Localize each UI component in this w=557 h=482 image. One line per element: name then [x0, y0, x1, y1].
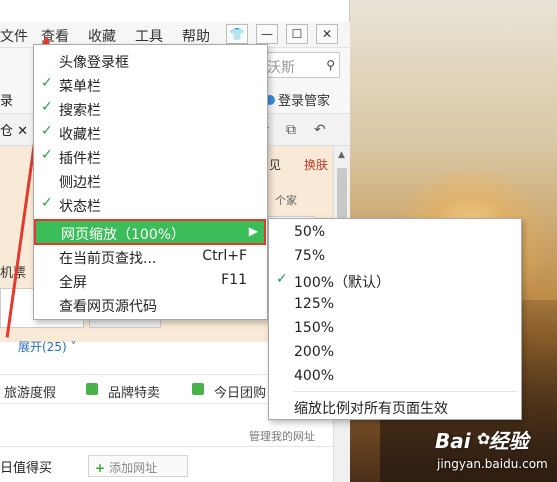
- category-group[interactable]: 今日团购: [214, 382, 266, 401]
- menu-item-label: 收藏栏: [59, 127, 101, 143]
- menu-item-label: 搜索栏: [59, 103, 101, 119]
- plus-icon: +: [95, 461, 106, 475]
- site-link[interactable]: 日值得买: [0, 457, 52, 476]
- zoom-label: 网页缩放（100%）: [61, 227, 186, 243]
- baidu-jingyan-watermark: Bai 经验 ✿ jingyan.baidu.com: [435, 425, 555, 475]
- watermark-logo-text: Bai: [435, 429, 471, 453]
- skin-link[interactable]: 换肤: [304, 156, 328, 173]
- menu-item-view-source[interactable]: 查看网页源代码: [34, 293, 267, 317]
- zoom-apply-all[interactable]: 缩放比例对所有页面生效: [269, 395, 521, 419]
- menu-item-label: 菜单栏: [59, 79, 101, 95]
- check-icon: ✓: [41, 99, 53, 115]
- zoom-option-50[interactable]: 50%: [269, 221, 521, 245]
- close-button[interactable]: ✕: [316, 24, 338, 44]
- zoom-option-label: 200%: [294, 344, 335, 360]
- paw-icon: ✿: [477, 429, 491, 448]
- screenshot-icon[interactable]: ⧉: [286, 122, 296, 138]
- check-icon: ✓: [41, 123, 53, 139]
- zoom-apply-all-label: 缩放比例对所有页面生效: [294, 401, 448, 417]
- manage-sites-link[interactable]: 管理我的网址: [249, 428, 315, 444]
- menu-item-pluginbar[interactable]: ✓ 插件栏: [34, 145, 267, 169]
- menu-item-label: 在当前页查找...: [59, 251, 157, 267]
- account-label: 登录管家: [278, 94, 331, 109]
- menu-item-label: 侧边栏: [59, 175, 101, 191]
- menu-tools[interactable]: 工具: [135, 26, 163, 46]
- toolbar-text[interactable]: 仓 ✕: [0, 120, 28, 139]
- shortcut-label: F11: [221, 272, 247, 288]
- menu-item-fullscreen[interactable]: 全屏 F11: [34, 269, 267, 293]
- search-text: 沃斯: [267, 60, 295, 76]
- menu-item-label: 插件栏: [59, 151, 101, 167]
- menu-favorites[interactable]: 收藏: [88, 26, 116, 46]
- cart-icon: [86, 383, 98, 395]
- zoom-option-125[interactable]: 125%: [269, 293, 521, 317]
- home-text: 个家: [275, 194, 297, 207]
- zoom-option-label: 75%: [294, 248, 326, 264]
- menu-file[interactable]: 文件: [0, 26, 28, 46]
- menu-item-sidebar[interactable]: 侧边栏: [34, 169, 267, 193]
- zoom-option-400[interactable]: 400%: [269, 365, 521, 389]
- menu-item-avatar-login[interactable]: 头像登录框: [34, 49, 267, 73]
- check-icon: ✓: [41, 75, 53, 91]
- expand-link[interactable]: 展开(25) ˅: [18, 338, 76, 355]
- zoom-option-200[interactable]: 200%: [269, 341, 521, 365]
- expand-label: 展开(25): [18, 340, 67, 354]
- menu-item-label: 状态栏: [59, 199, 101, 215]
- zoom-option-label: 125%: [294, 296, 335, 312]
- menu-item-find[interactable]: 在当前页查找... Ctrl+F: [34, 245, 267, 269]
- zoom-option-100[interactable]: ✓ 100%（默认）: [269, 269, 521, 293]
- zoom-option-label: 100%（默认）: [294, 275, 391, 291]
- menu-item-menubar[interactable]: ✓ 菜单栏: [34, 73, 267, 97]
- zoom-submenu: 50% 75% ✓ 100%（默认） 125% 150% 200% 400% 缩…: [268, 218, 522, 420]
- search-icon[interactable]: ⚲: [326, 58, 335, 72]
- skin-button[interactable]: 👕: [226, 24, 248, 44]
- add-site-label: 添加网址: [109, 461, 158, 475]
- site-link-row: 日值得买 + 添加网址: [0, 446, 333, 482]
- zoom-option-label: 400%: [294, 368, 335, 384]
- menu-item-favbar[interactable]: ✓ 收藏栏: [34, 121, 267, 145]
- zoom-option-150[interactable]: 150%: [269, 317, 521, 341]
- minimize-button[interactable]: —: [256, 24, 278, 44]
- add-site-button[interactable]: + 添加网址: [88, 455, 188, 477]
- menu-item-statusbar[interactable]: ✓ 状态栏: [34, 193, 267, 217]
- watermark-logo-text-2: 经验: [488, 429, 529, 453]
- group-icon: [192, 383, 204, 395]
- menu-item-label: 全屏: [59, 275, 87, 291]
- menu-item-searchbar[interactable]: ✓ 搜索栏: [34, 97, 267, 121]
- view-menu: 头像登录框 ✓ 菜单栏 ✓ 搜索栏 ✓ 收藏栏 ✓ 插件栏 侧边栏 ✓ 状态栏 …: [33, 44, 268, 320]
- search-input[interactable]: 沃斯 ⚲: [262, 52, 340, 78]
- undo-icon[interactable]: ↶: [314, 122, 326, 138]
- zoom-option-75[interactable]: 75%: [269, 245, 521, 269]
- favbar-text[interactable]: 录: [0, 90, 13, 109]
- watermark-url: jingyan.baidu.com: [437, 457, 548, 471]
- zoom-option-label: 50%: [294, 224, 326, 240]
- page-tab-text[interactable]: 见: [269, 156, 281, 173]
- category-travel[interactable]: 旅游度假: [4, 382, 56, 401]
- menu-help[interactable]: 帮助: [182, 26, 210, 46]
- check-icon: ✓: [276, 271, 288, 287]
- maximize-button[interactable]: ☐: [286, 24, 308, 44]
- scroll-up-icon[interactable]: ▲: [338, 150, 345, 160]
- check-icon: ✓: [41, 147, 53, 163]
- menu-item-zoom[interactable]: 网页缩放（100%） ▶: [34, 219, 266, 245]
- check-icon: ✓: [41, 195, 53, 211]
- shortcut-label: Ctrl+F: [202, 248, 247, 264]
- account-manager[interactable]: 登录管家: [265, 90, 330, 109]
- zoom-option-label: 150%: [294, 320, 335, 336]
- submenu-arrow-icon: ▶: [248, 224, 258, 238]
- category-brand[interactable]: 品牌特卖: [108, 382, 160, 401]
- menu-item-label: 头像登录框: [59, 55, 129, 71]
- menu-item-label: 查看网页源代码: [59, 299, 157, 315]
- menu-separator: [293, 391, 517, 392]
